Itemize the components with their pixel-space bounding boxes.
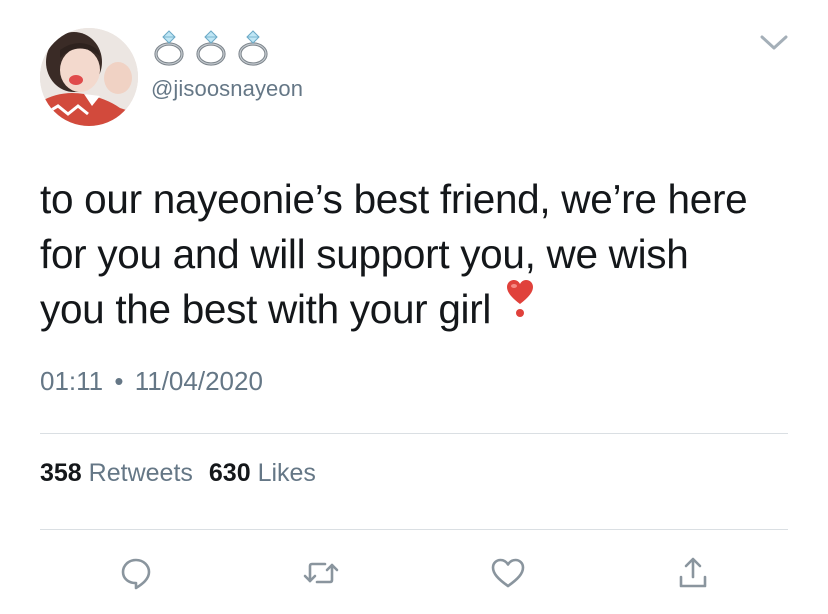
ring-icon: [192, 28, 232, 68]
retweets-count: 358: [40, 459, 82, 487]
user-handle[interactable]: @jisoosnayeon: [151, 76, 303, 102]
likes-stat[interactable]: 630 Likes: [209, 459, 316, 487]
likes-label: Likes: [257, 459, 316, 487]
display-name[interactable]: [150, 28, 274, 68]
tweet-time: 01:11: [40, 366, 104, 396]
tweet-date: 11/04/2020: [134, 366, 263, 396]
heavy-heart-exclamation-icon: [505, 278, 535, 334]
tweet-text-line: you the best with your girl: [40, 280, 800, 340]
tweet-text-line: you the best with your girl: [40, 286, 492, 332]
tweet-text: to our nayeonie’s best friend, we’re her…: [40, 172, 800, 340]
timestamp-separator: •: [114, 366, 124, 396]
ring-icon: [234, 28, 274, 68]
retweet-icon[interactable]: [301, 553, 341, 593]
divider: [40, 529, 788, 530]
reply-icon[interactable]: [116, 553, 156, 593]
likes-count: 630: [208, 459, 251, 487]
retweets-stat[interactable]: 358 Retweets: [40, 459, 193, 487]
avatar[interactable]: [40, 28, 138, 126]
divider: [40, 433, 788, 434]
tweet-text-line: for you and will support you, we wish: [40, 231, 689, 277]
share-icon[interactable]: [673, 553, 713, 593]
tweet-text-line: to our nayeonie’s best friend, we’re her…: [40, 176, 748, 222]
ring-icon: [150, 28, 190, 68]
timestamp[interactable]: 01:11 • 11/04/2020: [40, 366, 263, 397]
retweets-label: Retweets: [88, 459, 193, 487]
like-icon[interactable]: [488, 553, 528, 593]
tweet-stats: 358 Retweets 630 Likes: [40, 459, 316, 488]
chevron-down-icon[interactable]: [757, 30, 791, 54]
